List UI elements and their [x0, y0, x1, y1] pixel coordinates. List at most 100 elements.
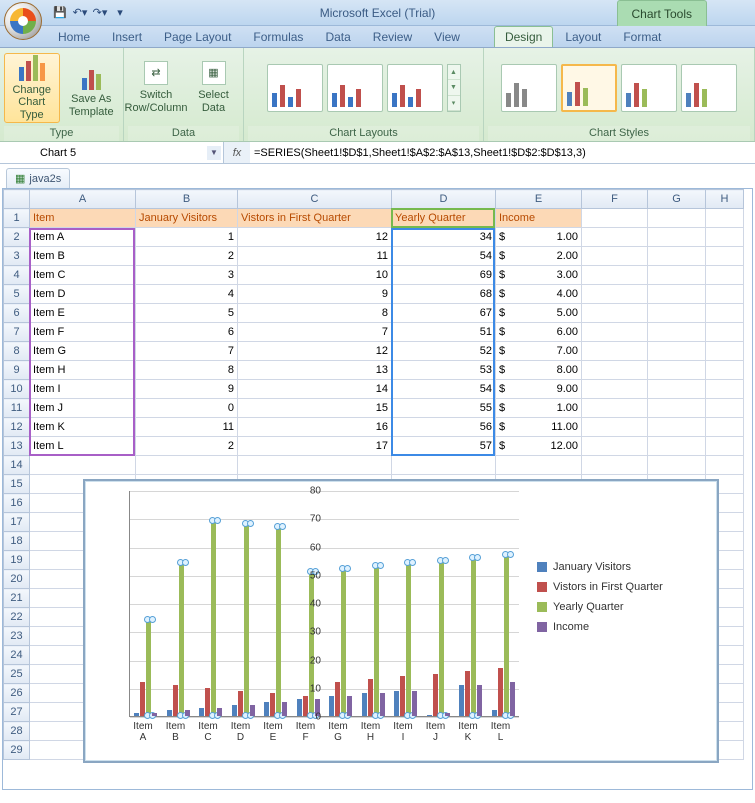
cell[interactable]: 6: [136, 323, 238, 342]
cell[interactable]: Item B: [30, 247, 136, 266]
cell[interactable]: 2: [136, 247, 238, 266]
tab-home[interactable]: Home: [48, 27, 100, 47]
chart-bar[interactable]: [238, 691, 243, 716]
tab-formulas[interactable]: Formulas: [243, 27, 313, 47]
cell[interactable]: Item C: [30, 266, 136, 285]
chart-style-option[interactable]: [681, 64, 737, 112]
column-header[interactable]: A: [30, 190, 136, 209]
row-header[interactable]: 23: [4, 627, 30, 646]
chart-bar[interactable]: [492, 710, 497, 716]
formula-input[interactable]: =SERIES(Sheet1!$D$1,Sheet1!$A$2:$A$13,Sh…: [250, 142, 755, 163]
cell[interactable]: 16: [238, 418, 392, 437]
chart-bar[interactable]: [471, 558, 476, 716]
cell[interactable]: 34: [392, 228, 496, 247]
cell[interactable]: 5: [136, 304, 238, 323]
cell[interactable]: 9: [238, 285, 392, 304]
chart-layout-option[interactable]: [387, 64, 443, 112]
switch-row-column-button[interactable]: ⇄ Switch Row/Column: [128, 53, 184, 123]
row-header[interactable]: 21: [4, 589, 30, 608]
chart-bar[interactable]: [140, 682, 145, 716]
chart-bar[interactable]: [510, 682, 515, 716]
chart-bar[interactable]: [211, 521, 216, 716]
cell[interactable]: 67: [392, 304, 496, 323]
chart-bar[interactable]: [179, 563, 184, 716]
name-box-dropdown-icon[interactable]: ▼: [207, 146, 221, 160]
chart-style-option[interactable]: [501, 64, 557, 112]
chart-bar[interactable]: [217, 708, 222, 716]
cell[interactable]: 52: [392, 342, 496, 361]
chart-bar[interactable]: [400, 676, 405, 716]
cell[interactable]: Item G: [30, 342, 136, 361]
chart-bar[interactable]: [427, 715, 432, 716]
cell[interactable]: 69: [392, 266, 496, 285]
cell[interactable]: Item J: [30, 399, 136, 418]
cell[interactable]: 17: [238, 437, 392, 456]
cell[interactable]: $8.00: [496, 361, 582, 380]
table-header-cell[interactable]: Income: [496, 209, 582, 228]
chart-bar[interactable]: [329, 696, 334, 716]
cell[interactable]: Item L: [30, 437, 136, 456]
cell[interactable]: 11: [238, 247, 392, 266]
column-header[interactable]: H: [706, 190, 744, 209]
chart-bar[interactable]: [406, 563, 411, 716]
row-header[interactable]: 25: [4, 665, 30, 684]
column-header[interactable]: D: [392, 190, 496, 209]
tab-review[interactable]: Review: [363, 27, 422, 47]
chart-bar[interactable]: [504, 555, 509, 716]
row-header[interactable]: 27: [4, 703, 30, 722]
chart-bar[interactable]: [394, 691, 399, 716]
save-icon[interactable]: 💾: [52, 5, 68, 21]
cell[interactable]: 53: [392, 361, 496, 380]
cell[interactable]: $12.00: [496, 437, 582, 456]
chart-bar[interactable]: [362, 693, 367, 716]
row-header[interactable]: 3: [4, 247, 30, 266]
cell[interactable]: 10: [238, 266, 392, 285]
chart-bar[interactable]: [374, 566, 379, 716]
cell[interactable]: $6.00: [496, 323, 582, 342]
row-header[interactable]: 17: [4, 513, 30, 532]
cell[interactable]: 7: [238, 323, 392, 342]
legend-entry[interactable]: Yearly Quarter: [537, 601, 707, 613]
cell[interactable]: Item H: [30, 361, 136, 380]
row-header[interactable]: 19: [4, 551, 30, 570]
chart-bar[interactable]: [146, 620, 151, 716]
chart-bar[interactable]: [297, 699, 302, 716]
chart-bar[interactable]: [439, 561, 444, 716]
cell[interactable]: 8: [136, 361, 238, 380]
chart-bar[interactable]: [152, 713, 157, 716]
row-header[interactable]: 16: [4, 494, 30, 513]
row-header[interactable]: 4: [4, 266, 30, 285]
chart-bar[interactable]: [465, 671, 470, 716]
office-button[interactable]: [4, 2, 42, 40]
chart-bar[interactable]: [380, 693, 385, 716]
row-header[interactable]: 7: [4, 323, 30, 342]
row-header[interactable]: 12: [4, 418, 30, 437]
name-box[interactable]: Chart 5 ▼: [0, 142, 224, 163]
row-header[interactable]: 10: [4, 380, 30, 399]
cell[interactable]: 54: [392, 247, 496, 266]
cell[interactable]: $1.00: [496, 228, 582, 247]
cell[interactable]: $3.00: [496, 266, 582, 285]
legend-entry[interactable]: Vistors in First Quarter: [537, 581, 707, 593]
tab-insert[interactable]: Insert: [102, 27, 152, 47]
tab-data[interactable]: Data: [315, 27, 360, 47]
legend-entry[interactable]: January Visitors: [537, 561, 707, 573]
chart-bar[interactable]: [309, 572, 314, 716]
chart-bar[interactable]: [412, 691, 417, 716]
table-header-cell[interactable]: Item: [30, 209, 136, 228]
table-header-cell[interactable]: Yearly Quarter: [392, 209, 496, 228]
cell[interactable]: $5.00: [496, 304, 582, 323]
chart-bar[interactable]: [368, 679, 373, 716]
cell[interactable]: 13: [238, 361, 392, 380]
legend-entry[interactable]: Income: [537, 621, 707, 633]
table-header-cell[interactable]: January Visitors: [136, 209, 238, 228]
chart-bar[interactable]: [282, 702, 287, 716]
chart-bar[interactable]: [264, 702, 269, 716]
redo-icon[interactable]: ↷▾: [92, 5, 108, 21]
chart-layout-option[interactable]: [267, 64, 323, 112]
workbook-window-tab[interactable]: ▦ java2s: [6, 168, 70, 188]
cell[interactable]: 54: [392, 380, 496, 399]
row-header[interactable]: 5: [4, 285, 30, 304]
row-header[interactable]: 9: [4, 361, 30, 380]
tab-format[interactable]: Format: [613, 27, 671, 47]
